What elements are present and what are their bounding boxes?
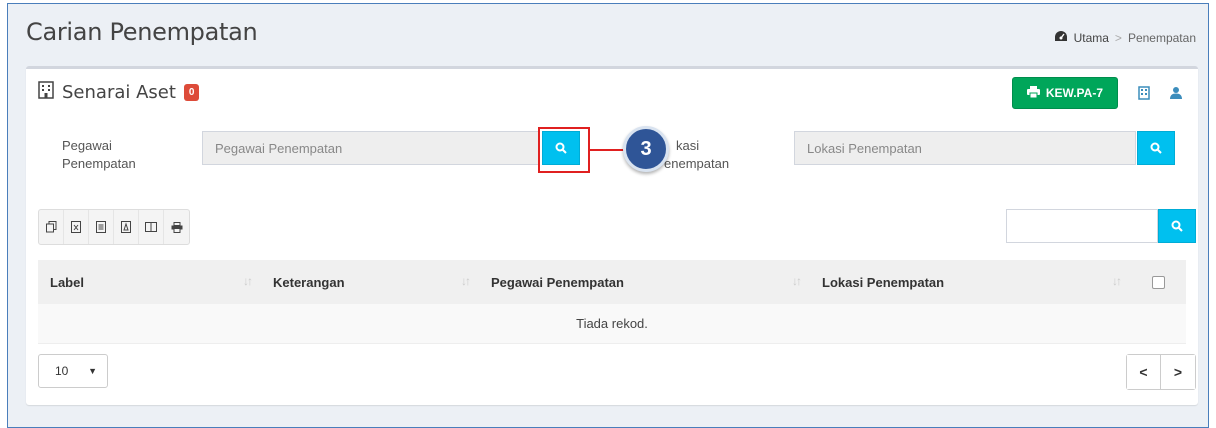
pdf-icon[interactable] bbox=[114, 210, 139, 244]
breadcrumb-current: Penempatan bbox=[1127, 30, 1196, 45]
lokasi-label: kasi enempatan bbox=[664, 138, 730, 171]
sort-icon: ↓↑ bbox=[461, 274, 471, 288]
select-all-checkbox[interactable] bbox=[1151, 275, 1165, 289]
breadcrumb-separator: > bbox=[1114, 30, 1122, 45]
table-search bbox=[1006, 209, 1196, 243]
pegawai-label: Pegawai Penempatan bbox=[62, 138, 136, 171]
prev-page-button[interactable]: < bbox=[1127, 355, 1161, 389]
print-icon bbox=[1026, 85, 1040, 101]
csv-icon[interactable] bbox=[89, 210, 114, 244]
columns-icon[interactable] bbox=[139, 210, 164, 244]
lokasi-search-input[interactable]: Lokasi Penempatan bbox=[794, 131, 1136, 165]
user-icon[interactable] bbox=[1170, 86, 1184, 100]
asset-list-panel: Senarai Aset 0 KEW.PA-7 Pegawai Penempat… bbox=[26, 66, 1198, 405]
sort-icon: ↓↑ bbox=[243, 274, 253, 288]
column-header-pegawai[interactable]: Pegawai Penempatan ↓↑ bbox=[479, 260, 810, 304]
column-header-keterangan[interactable]: Keterangan ↓↑ bbox=[261, 260, 479, 304]
search-icon bbox=[1171, 220, 1183, 232]
breadcrumb-home[interactable]: Utama bbox=[1074, 31, 1109, 45]
print-icon[interactable] bbox=[164, 210, 189, 244]
caret-down-icon: ▼ bbox=[88, 366, 97, 376]
column-header-label[interactable]: Label ↓↑ bbox=[38, 260, 261, 304]
page-size-select[interactable]: 10 ▼ bbox=[38, 354, 108, 388]
panel-title: Senarai Aset bbox=[62, 82, 176, 103]
sort-icon: ↓↑ bbox=[1112, 274, 1122, 288]
kew-pa7-label: KEW.PA-7 bbox=[1045, 86, 1103, 100]
highlight-box bbox=[538, 127, 590, 173]
count-badge: 0 bbox=[183, 84, 200, 101]
empty-table-message: Tiada rekod. bbox=[38, 304, 1186, 344]
table-search-input[interactable] bbox=[1006, 209, 1158, 243]
page-size-value: 10 bbox=[55, 364, 69, 378]
table-search-button[interactable] bbox=[1158, 209, 1196, 243]
callout-line bbox=[590, 149, 626, 151]
next-page-button[interactable]: > bbox=[1161, 355, 1195, 389]
pagination: < > bbox=[1126, 354, 1196, 390]
lokasi-search-button[interactable] bbox=[1137, 131, 1175, 165]
excel-icon[interactable] bbox=[64, 210, 89, 244]
kew-pa7-print-button[interactable]: KEW.PA-7 bbox=[1011, 77, 1118, 109]
select-all-cell bbox=[1130, 260, 1186, 304]
breadcrumb: Utama > Penempatan bbox=[1054, 30, 1196, 45]
pegawai-search-input[interactable]: Pegawai Penempatan bbox=[202, 131, 540, 165]
column-header-lokasi[interactable]: Lokasi Penempatan ↓↑ bbox=[810, 260, 1130, 304]
dashboard-icon bbox=[1054, 30, 1068, 45]
copy-icon[interactable] bbox=[39, 210, 64, 244]
page-title: Carian Penempatan bbox=[26, 18, 258, 46]
app-frame: Carian Penempatan Utama > Penempatan Sen… bbox=[7, 3, 1209, 428]
panel-header: Senarai Aset 0 bbox=[38, 81, 200, 104]
table-header: Label ↓↑ Keterangan ↓↑ Pegawai Penempatan ↓… bbox=[38, 260, 1186, 304]
building-icon[interactable] bbox=[1138, 86, 1152, 100]
sort-icon: ↓↑ bbox=[792, 274, 802, 288]
search-icon bbox=[1150, 142, 1162, 154]
step-marker: 3 bbox=[623, 126, 669, 172]
building-icon bbox=[38, 81, 54, 104]
export-toolbar bbox=[38, 209, 190, 245]
